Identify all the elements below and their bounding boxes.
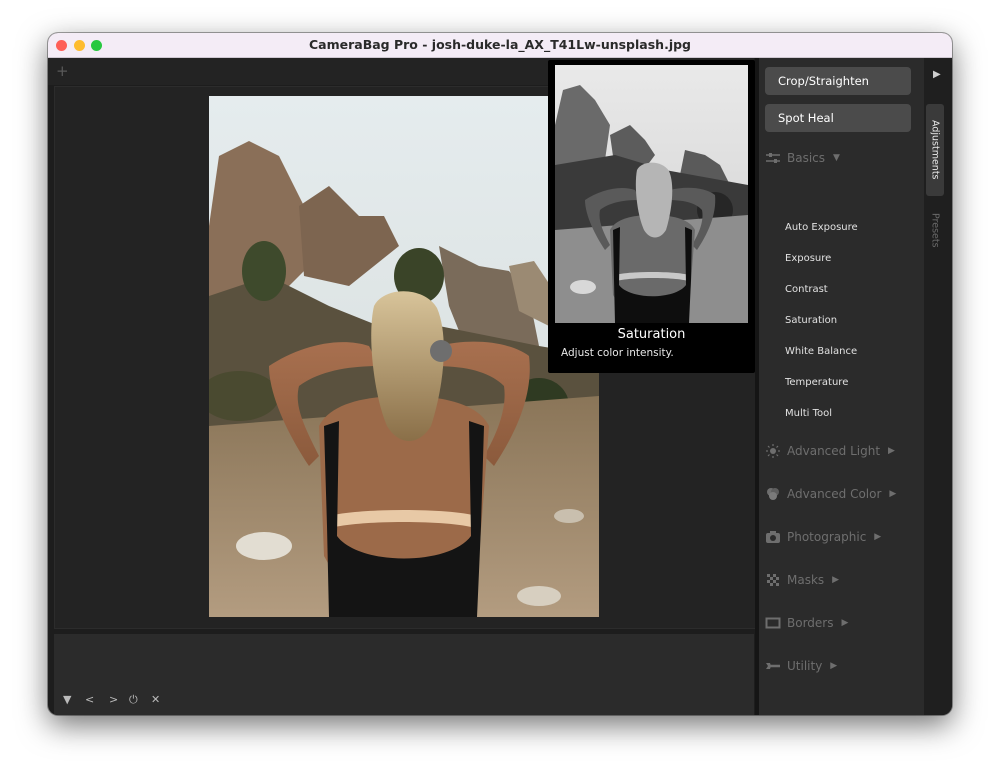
section-masks[interactable]: Masks ▶: [765, 570, 839, 590]
sun-icon: [766, 444, 780, 458]
basics-item-exposure[interactable]: Exposure: [785, 253, 831, 264]
color-drops-icon: [767, 488, 779, 500]
checker-icon: [767, 574, 779, 586]
basics-item-temperature[interactable]: Temperature: [785, 377, 848, 388]
tab-presets[interactable]: Presets: [926, 208, 944, 252]
section-basics-label: Basics: [787, 151, 826, 165]
section-advanced-light[interactable]: Advanced Light ▶: [765, 441, 895, 461]
wrench-icon: [766, 663, 780, 669]
spot-heal-button[interactable]: Spot Heal: [765, 104, 911, 132]
title-bar: CameraBag Pro - josh-duke-la_AX_T41Lw-un…: [48, 33, 952, 58]
basics-item-multi-tool[interactable]: Multi Tool: [785, 408, 832, 419]
play-icon[interactable]: ▶: [933, 69, 941, 80]
section-advanced-light-label: Advanced Light: [787, 444, 881, 458]
basics-item-auto-exposure[interactable]: Auto Exposure: [785, 222, 858, 233]
chevron-right-icon: ▶: [874, 532, 882, 542]
section-borders[interactable]: Borders ▶: [765, 613, 848, 633]
filmstrip-panel: ▼ < > ⏻ ✕: [54, 634, 754, 715]
section-basics[interactable]: Basics ▼: [765, 148, 840, 168]
basics-item-white-balance[interactable]: White Balance: [785, 346, 857, 357]
section-utility-label: Utility: [787, 659, 823, 673]
main-photo: [209, 96, 599, 617]
app-window: CameraBag Pro - josh-duke-la_AX_T41Lw-un…: [48, 33, 952, 715]
section-utility[interactable]: Utility ▶: [765, 656, 837, 676]
section-advanced-color[interactable]: Advanced Color ▶: [765, 484, 896, 504]
chevron-right-icon: ▶: [888, 446, 895, 456]
tooltip-description: Adjust color intensity.: [561, 347, 674, 359]
frame-icon: [765, 617, 781, 629]
add-icon[interactable]: +: [56, 62, 69, 80]
section-advanced-color-label: Advanced Color: [787, 487, 882, 501]
chevron-right-icon: ▶: [832, 575, 840, 585]
chevron-right-icon: ▶: [889, 489, 897, 499]
basics-item-contrast[interactable]: Contrast: [785, 284, 828, 295]
section-photographic[interactable]: Photographic ▶: [765, 527, 881, 547]
section-masks-label: Masks: [787, 573, 825, 587]
chevron-right-icon: ▶: [841, 618, 849, 628]
window-title: CameraBag Pro - josh-duke-la_AX_T41Lw-un…: [309, 37, 691, 52]
collapse-down-icon[interactable]: ▼: [63, 693, 71, 706]
camera-icon: [766, 531, 780, 543]
tooltip-title: Saturation: [617, 327, 686, 342]
close-icon[interactable]: ✕: [151, 693, 160, 706]
previous-icon[interactable]: <: [85, 693, 94, 706]
section-borders-label: Borders: [787, 616, 834, 630]
saturation-tooltip: Saturation Adjust color intensity.: [548, 60, 755, 373]
sliders-icon: [766, 153, 780, 163]
next-icon[interactable]: >: [109, 693, 118, 706]
chevron-down-icon: ▼: [833, 153, 840, 163]
crop-straighten-button[interactable]: Crop/Straighten: [765, 67, 911, 95]
power-icon[interactable]: ⏻: [129, 693, 138, 707]
basics-item-saturation[interactable]: Saturation: [785, 315, 837, 326]
adjustments-panel: Crop/Straighten Spot Heal Basics ▼ Auto …: [759, 58, 924, 715]
tooltip-preview-image: [555, 65, 748, 323]
chevron-right-icon: ▶: [830, 661, 838, 671]
tab-adjustments[interactable]: Adjustments: [926, 104, 944, 196]
section-photographic-label: Photographic: [787, 530, 867, 544]
vertical-tab-bar: ▶ Adjustments Presets: [924, 58, 952, 715]
